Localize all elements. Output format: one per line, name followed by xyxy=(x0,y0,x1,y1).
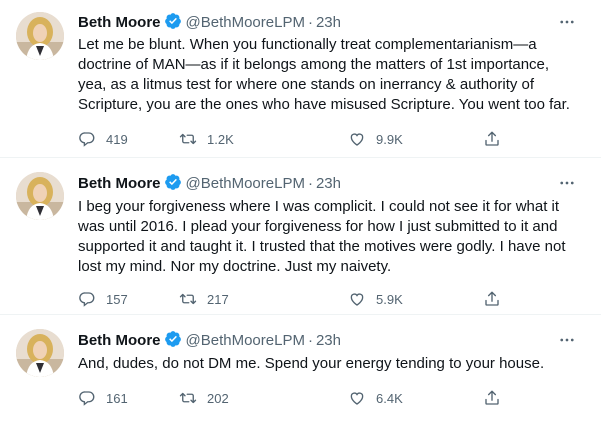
tweet-text-line: supported it and taught it. I trusted th… xyxy=(78,238,566,255)
retweet-button[interactable]: 1.2K xyxy=(179,129,234,149)
share-icon xyxy=(485,131,499,146)
retweet-count: 1.2K xyxy=(207,131,234,147)
timeline: Beth Moore @BethMooreLPM · 23h Let me be bl… xyxy=(0,0,601,426)
tweet-actions: 419 1.2K 9.9K xyxy=(78,129,518,149)
share-button[interactable] xyxy=(483,129,501,149)
separator-dot: · xyxy=(307,175,313,192)
like-icon xyxy=(350,293,364,306)
tweet[interactable]: Beth Moore @BethMooreLPM · 23h And, dudes, … xyxy=(0,314,601,427)
share-button[interactable] xyxy=(483,289,501,309)
author-handle[interactable]: @BethMooreLPM xyxy=(186,332,305,349)
tweet-text: Let me be blunt. When you functionally t… xyxy=(78,35,583,115)
timestamp[interactable]: 23h xyxy=(316,14,341,31)
author-name[interactable]: Beth Moore xyxy=(78,332,161,349)
verified-badge-icon xyxy=(164,330,182,354)
avatar-photo xyxy=(16,12,64,60)
verified-badge-icon xyxy=(164,12,182,36)
tweet-text-line: I beg your forgiveness where I was compl… xyxy=(78,198,560,215)
like-count: 5.9K xyxy=(376,291,403,307)
tweet-text-line: doctrine of MAN—as if it belongs among t… xyxy=(78,56,550,73)
more-icon[interactable] xyxy=(555,12,579,32)
avatar-photo xyxy=(16,172,64,220)
share-icon xyxy=(485,390,499,405)
avatar[interactable] xyxy=(16,12,64,60)
verified-badge-icon xyxy=(164,173,182,197)
tweet-text: I beg your forgiveness where I was compl… xyxy=(78,197,583,277)
like-button[interactable]: 6.4K xyxy=(348,388,403,408)
tweet-header: Beth Moore @BethMooreLPM · 23h xyxy=(78,330,581,350)
retweet-count: 217 xyxy=(207,291,229,307)
retweet-button[interactable]: 217 xyxy=(179,289,229,309)
reply-count: 161 xyxy=(106,390,128,406)
reply-button[interactable]: 419 xyxy=(78,129,128,149)
reply-icon xyxy=(79,391,95,406)
reply-button[interactable]: 157 xyxy=(78,289,128,309)
reply-count: 419 xyxy=(106,131,128,147)
tweet[interactable]: Beth Moore @BethMooreLPM · 23h Let me be bl… xyxy=(0,0,601,157)
avatar[interactable] xyxy=(16,329,64,377)
like-count: 6.4K xyxy=(376,390,403,406)
tweet-header: Beth Moore @BethMooreLPM · 23h xyxy=(78,12,581,32)
author-handle[interactable]: @BethMooreLPM xyxy=(186,14,305,31)
like-button[interactable]: 9.9K xyxy=(348,129,403,149)
avatar[interactable] xyxy=(16,172,64,220)
tweet-header: Beth Moore @BethMooreLPM · 23h xyxy=(78,173,581,193)
tweet-text-line: lost my mind. Nor my doctrine. Just my n… xyxy=(78,258,392,275)
like-count: 9.9K xyxy=(376,131,403,147)
like-icon xyxy=(350,133,364,146)
tweet-text-line: Scripture, you are the ones who have mis… xyxy=(78,96,570,113)
reply-button[interactable]: 161 xyxy=(78,388,128,408)
tweet-actions: 161 202 6.4K xyxy=(78,388,518,408)
retweet-count: 202 xyxy=(207,390,229,406)
avatar-photo xyxy=(16,329,64,377)
retweet-icon xyxy=(179,392,197,404)
separator-dot: · xyxy=(307,14,313,31)
author-handle[interactable]: @BethMooreLPM xyxy=(186,175,305,192)
author-name[interactable]: Beth Moore xyxy=(78,14,161,31)
retweet-button[interactable]: 202 xyxy=(179,388,229,408)
reply-count: 157 xyxy=(106,291,128,307)
reply-icon xyxy=(79,292,95,307)
like-button[interactable]: 5.9K xyxy=(348,289,403,309)
tweet-actions: 157 217 5.9K xyxy=(78,289,518,309)
author-name[interactable]: Beth Moore xyxy=(78,175,161,192)
tweet-text-line: Let me be blunt. When you functionally t… xyxy=(78,36,537,53)
tweet[interactable]: Beth Moore @BethMooreLPM · 23h I beg your f… xyxy=(0,157,601,315)
like-icon xyxy=(350,392,364,405)
timestamp[interactable]: 23h xyxy=(316,175,341,192)
tweet-text-line: And, dudes, do not DM me. Spend your ene… xyxy=(78,355,545,372)
tweet-text-line: yea, as a litmus test for where one stan… xyxy=(78,76,535,93)
share-icon xyxy=(485,291,499,306)
share-button[interactable] xyxy=(483,388,501,408)
more-icon[interactable] xyxy=(555,173,579,193)
retweet-icon xyxy=(179,133,197,145)
retweet-icon xyxy=(179,293,197,305)
reply-icon xyxy=(79,132,95,147)
tweet-text-line: was until 2016. I plead your forgiveness… xyxy=(78,218,558,235)
more-icon[interactable] xyxy=(555,330,579,350)
separator-dot: · xyxy=(307,332,313,349)
timestamp[interactable]: 23h xyxy=(316,332,341,349)
tweet-text: And, dudes, do not DM me. Spend your ene… xyxy=(78,354,583,374)
